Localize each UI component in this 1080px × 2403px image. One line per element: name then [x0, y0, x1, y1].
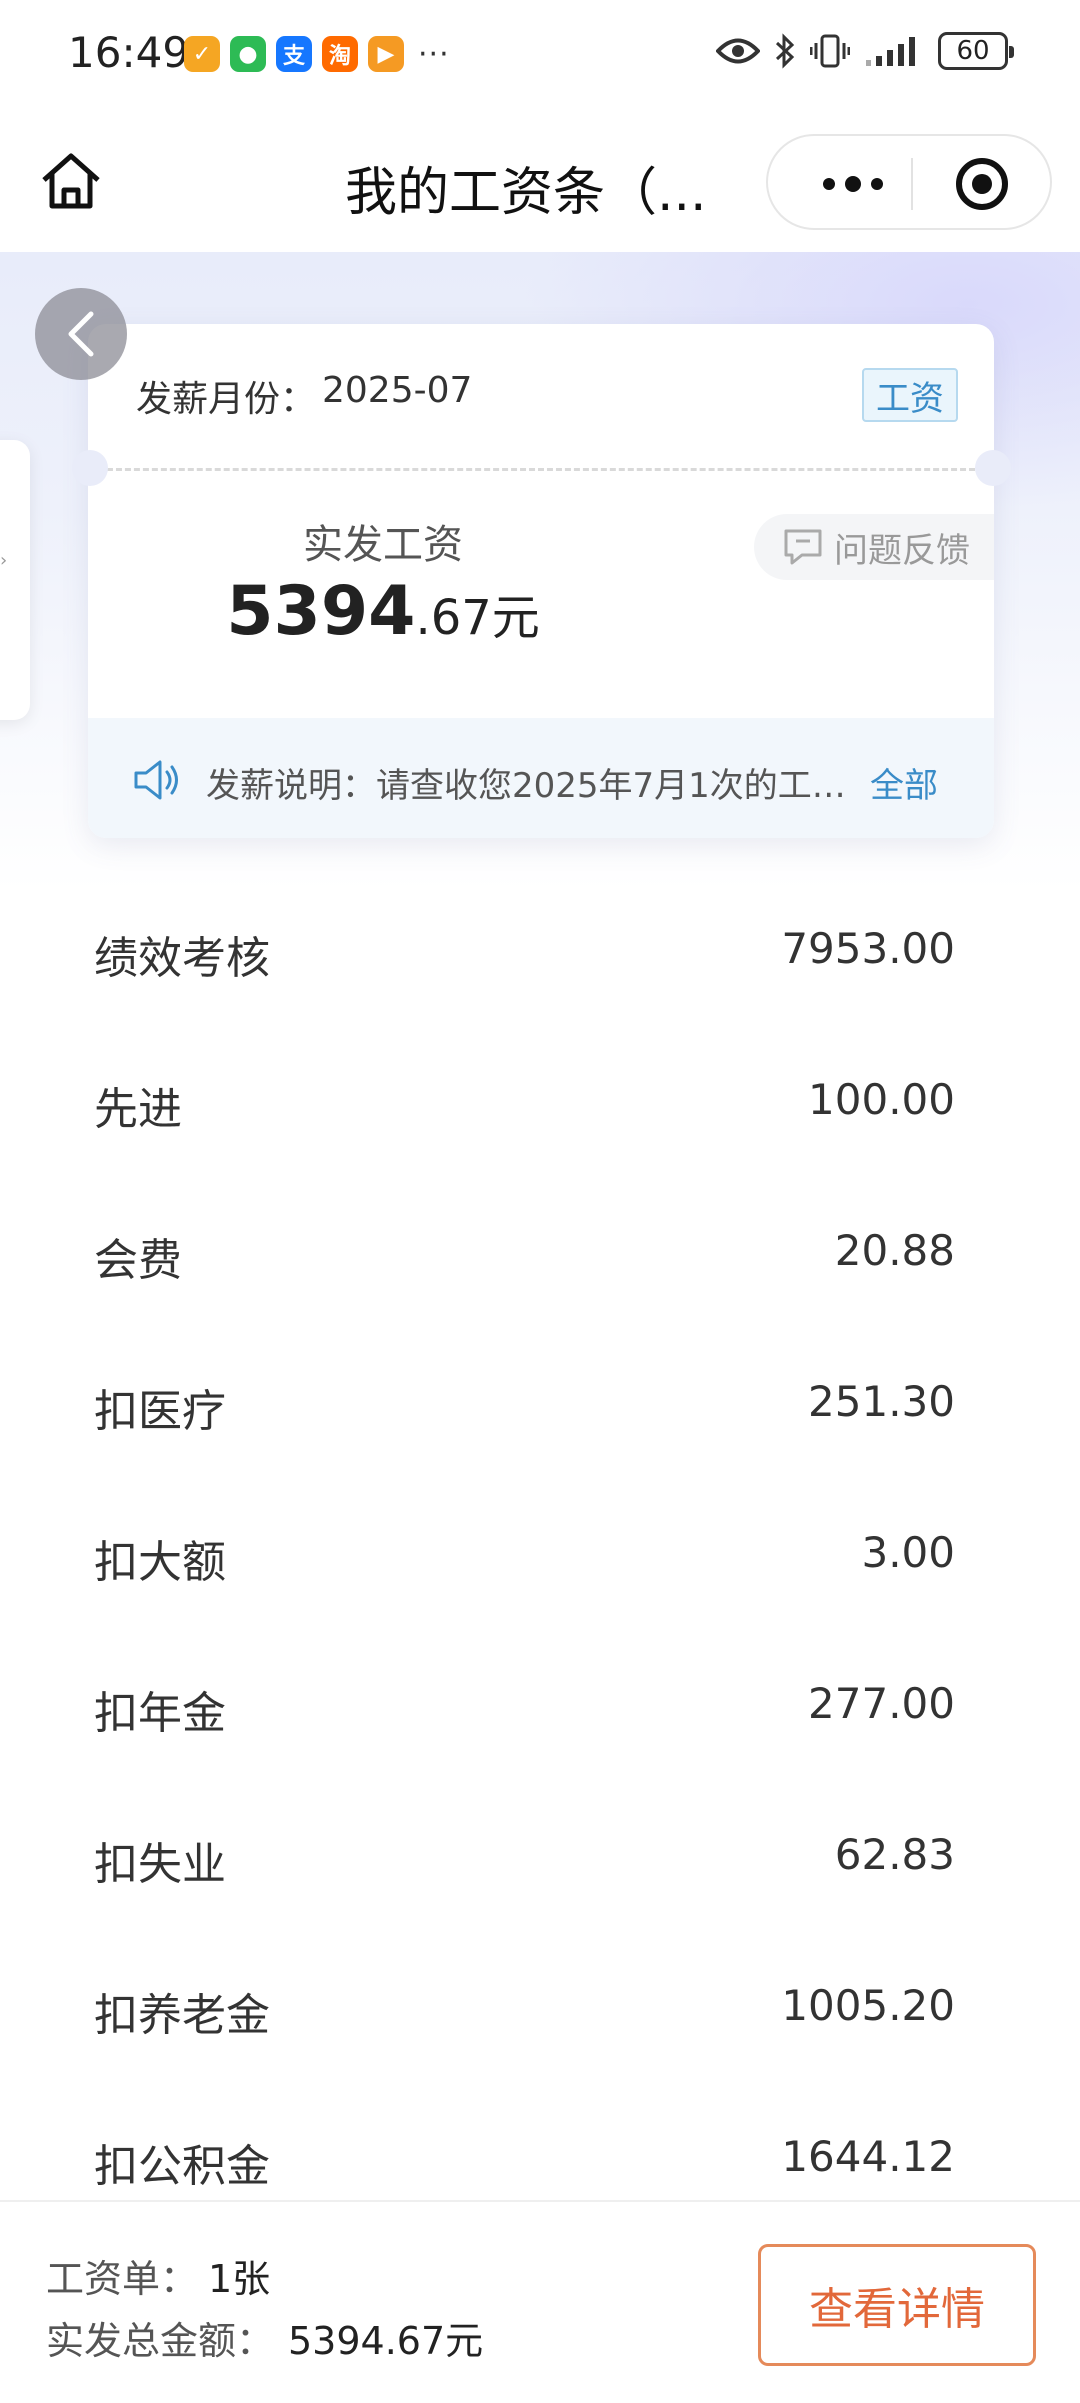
item-label: 会费 [94, 1235, 182, 1286]
total-amount-label: 实发总金额： [46, 2319, 275, 2363]
capsule-divider [911, 158, 913, 210]
item-value: 251.30 [808, 1377, 955, 1426]
item-value: 277.00 [808, 1679, 955, 1728]
previous-payslip-card[interactable]: › [0, 440, 30, 720]
item-value: 3.00 [861, 1528, 955, 1577]
video-app-icon: ▶ [368, 36, 404, 72]
list-item: 扣养老金 1005.20 [0, 1937, 1080, 2088]
card-notch-right [975, 450, 1011, 486]
chevron-left-icon [68, 311, 94, 357]
card-notch-left [72, 450, 108, 486]
list-item: 扣失业 62.83 [0, 1786, 1080, 1937]
list-item: 先进 100.00 [0, 1031, 1080, 1182]
pay-notice-text: 发薪说明：请查收您2025年7月1次的工资单 [206, 766, 846, 806]
item-label: 扣大额 [94, 1537, 226, 1588]
alipay-icon: 支 [276, 36, 312, 72]
item-label: 先进 [94, 1084, 182, 1135]
list-item: 扣年金 277.00 [0, 1635, 1080, 1786]
list-item: 扣医疗 251.30 [0, 1333, 1080, 1484]
wechat-icon: ● [230, 36, 266, 72]
item-value: 62.83 [834, 1830, 955, 1879]
taobao-icon: 淘 [322, 36, 358, 72]
item-value: 1644.12 [781, 2132, 955, 2181]
item-value: 100.00 [808, 1075, 955, 1124]
net-salary-amount: 5394.67元 [88, 572, 678, 651]
status-app-icons: ✓ ● 支 淘 ▶ ··· [184, 36, 450, 72]
feedback-button[interactable]: 问题反馈 [754, 514, 994, 580]
status-bar: 16:49 ✓ ● 支 淘 ▶ ··· 60 [0, 0, 1080, 110]
feedback-label: 问题反馈 [834, 530, 970, 571]
list-item: 扣大额 3.00 [0, 1484, 1080, 1635]
pay-month-value: 2025-07 [322, 370, 473, 411]
pay-month-label: 发薪月份： [136, 379, 317, 420]
status-right: 60 [716, 32, 1014, 70]
net-salary-label: 实发工资 [303, 522, 463, 568]
signal-icon [866, 37, 915, 66]
more-menu-button[interactable] [808, 162, 898, 206]
bottom-summary-bar: 工资单： 1张 实发总金额： 5394.67元 查看详情 [0, 2200, 1080, 2403]
payslip-card: 发薪月份： 2025-07 工资 实发工资 5394.67元 问题反馈 发薪说明… [88, 324, 994, 838]
salary-type-tag: 工资 [862, 368, 958, 422]
bluetooth-icon [775, 33, 795, 69]
list-item: 会费 20.88 [0, 1182, 1080, 1333]
eye-icon [716, 38, 760, 64]
close-miniprogram-button[interactable] [956, 158, 1008, 210]
chat-bubble-icon [784, 529, 822, 565]
vibrate-icon [810, 34, 850, 68]
item-label: 扣养老金 [94, 1990, 270, 2041]
view-details-button[interactable]: 查看详情 [758, 2244, 1036, 2366]
payslip-count-value: 1张 [208, 2257, 271, 2301]
status-time: 16:49 [68, 28, 190, 77]
net-salary-decimal: .67 [415, 590, 492, 646]
total-amount-value: 5394.67元 [288, 2319, 484, 2363]
battery-icon: 60 [938, 32, 1014, 70]
item-value: 20.88 [834, 1226, 955, 1275]
payslip-count-label: 工资单： [46, 2257, 199, 2301]
item-label: 扣失业 [94, 1839, 226, 1890]
page-title: 我的工资条（... [345, 163, 707, 223]
net-salary-unit: 元 [491, 590, 540, 646]
app-notification-icon: ✓ [184, 36, 220, 72]
item-value: 7953.00 [781, 924, 955, 973]
payslip-items-list: 绩效考核 7953.00 先进 100.00 会费 20.88 扣医疗 251.30 扣… [0, 880, 1080, 2239]
card-divider [98, 468, 984, 471]
item-label: 扣公积金 [94, 2141, 270, 2192]
net-salary-integer: 5394 [226, 572, 416, 651]
view-all-link[interactable]: 全部 [870, 758, 938, 807]
miniprogram-capsule [766, 134, 1052, 230]
back-button[interactable] [35, 288, 127, 380]
nav-bar: 我的工资条（... [0, 110, 1080, 252]
more-notifications-icon: ··· [418, 36, 450, 72]
list-item: 绩效考核 7953.00 [0, 880, 1080, 1031]
home-icon[interactable] [38, 148, 104, 214]
item-label: 绩效考核 [94, 933, 270, 984]
speaker-icon [134, 760, 178, 800]
item-label: 扣医疗 [94, 1386, 226, 1437]
pay-notice: 发薪说明：请查收您2025年7月1次的工资单 全部 [88, 718, 994, 838]
item-value: 1005.20 [781, 1981, 955, 2030]
item-label: 扣年金 [94, 1688, 226, 1739]
